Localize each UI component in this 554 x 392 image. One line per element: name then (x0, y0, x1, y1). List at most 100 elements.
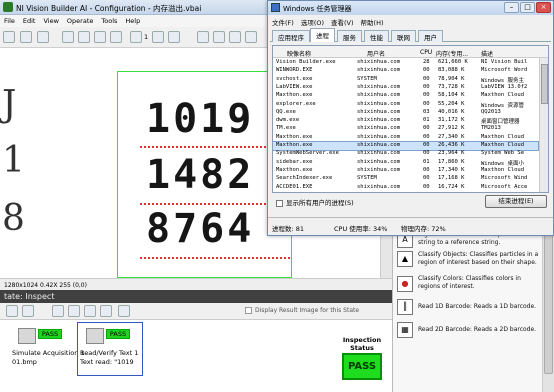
process-description: Windows 资源管 (481, 102, 524, 109)
zoom-actual-icon[interactable] (110, 31, 122, 43)
run-loop-icon[interactable] (152, 31, 164, 43)
process-list-scrollbar[interactable] (539, 58, 548, 192)
column-cpu[interactable]: CPU (420, 49, 432, 56)
run-state-icon[interactable] (22, 305, 34, 317)
process-image-name: Vision Builder.exe (276, 59, 336, 65)
step-properties-icon[interactable] (118, 305, 130, 317)
menu-operate[interactable]: Operate (63, 15, 97, 25)
move-right-icon[interactable] (68, 305, 80, 317)
copy-step-icon[interactable] (84, 305, 96, 317)
minimize-icon[interactable]: – (504, 2, 519, 13)
process-image-name: ACCDE01.EXE (276, 183, 313, 190)
menu-view[interactable]: View (39, 15, 62, 25)
process-image-name: Maxthon.exe (276, 92, 313, 99)
palette-scrollbar[interactable] (542, 224, 554, 392)
process-row[interactable]: Maxthon.exe shixinhua.com 00 26,436 K Maxtho… (273, 140, 539, 152)
process-image-name: Maxthon.exe (276, 133, 313, 140)
process-row[interactable]: ACCDE01.EXE shixinhua.com 00 16,724 K Micros… (273, 184, 538, 192)
process-list: 映像名称 用户名 CPU 内存(专用... 描述 Vision Builder.… (272, 45, 549, 193)
display-result-checkbox[interactable]: Display Result Image for this State (245, 307, 359, 314)
vb-window-title: NI Vision Builder AI - Configuration - 内… (16, 4, 202, 13)
process-row[interactable]: Maxthon.exe shixinhua.com 00 58,104 K Maxtho… (273, 92, 538, 100)
menu-help[interactable]: Help (121, 15, 144, 25)
step-detail: Text read: "1019 (80, 358, 134, 366)
run-step-icon[interactable] (130, 31, 142, 43)
step-name: Read/Verify Text 1 (80, 349, 139, 357)
menu-edit[interactable]: Edit (19, 15, 40, 25)
process-user: shixinhua.com (357, 92, 401, 99)
scrollbar-thumb[interactable] (541, 64, 548, 104)
process-user: shixinhua.com (357, 183, 401, 190)
checkbox-box[interactable] (245, 307, 252, 314)
tab-networking[interactable]: 联网 (391, 30, 416, 42)
process-row[interactable]: sidebar.exe shixinhua.com 01 17,860 K Window… (273, 159, 538, 167)
end-process-button[interactable]: 结束进程(E) (485, 195, 547, 208)
process-user: shixinhua.com (357, 100, 401, 107)
process-memory: 621,660 K (438, 59, 468, 65)
process-row[interactable]: TM.exe shixinhua.com 00 27,912 K TM2013 (273, 125, 538, 133)
process-row[interactable]: Maxthon.exe shixinhua.com 00 27,340 K Maxtho… (273, 134, 538, 142)
process-cpu: 00 (423, 100, 430, 107)
step-simulate-acquisition[interactable]: PASS Simulate Acquisition 1 01.bmp (9, 322, 85, 376)
column-memory[interactable]: 内存(专用... (436, 49, 468, 58)
process-row[interactable]: dwm.exe shixinhua.com 01 31,172 K 桌面窗口管理器 (273, 117, 538, 125)
tm-menu-options[interactable]: 选项(O) (297, 15, 327, 27)
process-row[interactable]: SearchIndexer.exe SYSTEM 00 17,168 K Microso… (273, 175, 538, 183)
process-description: Windows 服务主 (481, 77, 524, 84)
delete-step-icon[interactable] (100, 305, 112, 317)
add-step-icon[interactable] (6, 305, 18, 317)
process-row[interactable]: LabVIEW.exe shixinhua.com 00 73,728 K LabVIE… (273, 84, 538, 92)
close-icon[interactable]: × (536, 2, 551, 13)
settings-icon[interactable] (213, 31, 225, 43)
process-image-name: dwm.exe (276, 117, 300, 124)
tab-services[interactable]: 服务 (337, 30, 362, 42)
menu-tools[interactable]: Tools (97, 15, 121, 25)
tm-menu-view[interactable]: 查看(V) (327, 15, 357, 27)
process-image-name: QQ.exe (276, 108, 296, 115)
zoom-out-icon[interactable] (78, 31, 90, 43)
inspection-steps-panel: PASS Simulate Acquisition 1 01.bmp PASS … (0, 320, 392, 392)
process-user: shixinhua.com (357, 83, 401, 90)
cut-icon[interactable] (229, 31, 241, 43)
save-icon[interactable] (37, 31, 49, 43)
tab-performance[interactable]: 性能 (364, 30, 389, 42)
move-left-icon[interactable] (52, 305, 64, 317)
process-row[interactable]: explorer.exe shixinhua.com 00 55,204 K Windo… (273, 101, 538, 109)
process-description: QQ2013 (481, 108, 501, 115)
maximize-icon[interactable]: □ (520, 2, 535, 13)
process-memory: 26,436 K (438, 142, 465, 148)
column-description[interactable]: 描述 (481, 49, 493, 58)
open-folder-icon[interactable] (20, 31, 32, 43)
process-row[interactable]: SystemWebServer.exe shixinhua.com 00 23,964… (273, 150, 538, 158)
tab-applications[interactable]: 应用程序 (272, 30, 310, 42)
show-all-users-checkbox[interactable]: 显示所有用户的进程(S) (276, 197, 354, 207)
process-memory: 55,204 K (438, 100, 465, 107)
step-read-verify-text[interactable]: PASS Read/Verify Text 1 Text read: "1019 (77, 322, 143, 376)
process-memory: 27,340 K (438, 133, 465, 140)
process-row[interactable]: Vision Builder.exe shixinhua.com 28 621,660… (273, 59, 538, 67)
checkbox-box[interactable] (276, 199, 283, 207)
tab-processes[interactable]: 进程 (310, 28, 335, 42)
grid-icon[interactable] (245, 31, 257, 43)
zoom-in-icon[interactable] (62, 31, 74, 43)
tm-status-bar: 进程数: 81 CPU 使用率: 34% 物理内存: 72% (268, 217, 553, 235)
process-row[interactable]: svchost.exe SYSTEM 00 78,904 K Windows 服务主 (273, 76, 538, 84)
image-status-line: 1280x1024 0.42X 255 (0,0) (0, 278, 392, 290)
process-row[interactable]: WINWORD.EXE shixinhua.com 00 83,088 K Micros… (273, 67, 538, 75)
palette-item-description: Read 1D Barcode: Reads a 1D barcode. (418, 303, 537, 310)
process-row[interactable]: QQ.exe shixinhua.com 03 40,016 K QQ2013 (273, 109, 538, 117)
tm-menu-file[interactable]: 文件(F) (268, 15, 297, 27)
new-file-icon[interactable] (3, 31, 15, 43)
lightbulb-icon[interactable] (197, 31, 209, 43)
tab-users[interactable]: 用户 (418, 30, 443, 42)
column-user-name[interactable]: 用户名 (367, 49, 385, 58)
stop-icon[interactable] (168, 31, 180, 43)
menu-file[interactable]: File (0, 15, 19, 25)
scrollbar-thumb[interactable] (544, 234, 553, 374)
process-user: shixinhua.com (357, 133, 401, 140)
tm-menu-help[interactable]: 帮助(H) (357, 15, 387, 27)
column-image-name[interactable]: 映像名称 (287, 49, 311, 58)
zoom-fit-icon[interactable] (94, 31, 106, 43)
process-row[interactable]: Maxthon.exe shixinhua.com 00 17,340 K Maxtho… (273, 167, 538, 175)
process-description: TM2013 (481, 125, 501, 132)
